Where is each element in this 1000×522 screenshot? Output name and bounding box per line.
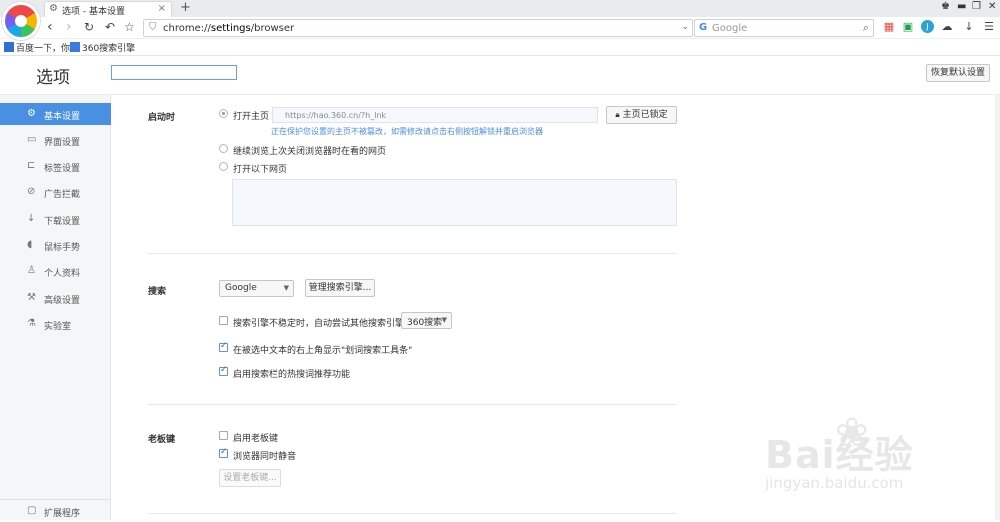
sidebar-item-profile[interactable]: ♙ 个人资料 (0, 260, 111, 282)
selection-toolbar-label: 在被选中文本的右上角显示"划词搜索工具条" (233, 346, 413, 356)
continue-last-label: 继续浏览上次关闭浏览器时在看的网页 (233, 147, 387, 157)
sidebar-item-lab[interactable]: ⚗ 实验室 (0, 313, 111, 335)
hot-words-checkbox[interactable] (219, 365, 228, 376)
open-home-radio[interactable] (219, 109, 228, 118)
home-locked-button[interactable]: 🔒︎ 主页已锁定 (606, 106, 677, 124)
new-tab-button[interactable]: + (180, 0, 191, 15)
download-icon: ↓ (27, 213, 36, 224)
forward-icon[interactable]: › (66, 19, 72, 35)
close-window-icon[interactable]: ✕ (988, 1, 996, 12)
restore-window-icon[interactable]: ❐ (972, 1, 981, 12)
search-input[interactable]: G Google ⌕ (694, 19, 874, 37)
search-section-label: 搜索 (148, 287, 167, 297)
sidebar-item-download[interactable]: ↓ 下载设置 (0, 208, 111, 230)
selection-toolbar-checkbox[interactable] (219, 341, 228, 352)
continue-last-radio[interactable] (219, 144, 228, 153)
divider (148, 404, 677, 405)
protect-note: 正在保护您设置的主页不被篡改，如需修改请点击右侧按钮解锁并重启浏览器 (271, 127, 543, 136)
translate-icon[interactable]: J (921, 20, 934, 33)
user-icon: ♙ (27, 265, 36, 276)
sidebar-item-tabs[interactable]: ⊏ 标签设置 (0, 155, 111, 177)
google-icon: G (699, 22, 708, 33)
apps-icon[interactable]: ▦ (883, 21, 895, 33)
baidu-jingyan-watermark: ❀ Bai经验 jingyan.baidu.com (765, 410, 965, 500)
title-bar: ⚙ 选项 - 基本设置 × + ♚ ▬ ❐ ✕ (0, 0, 1000, 17)
fallback-label: 搜索引擎不稳定时，自动尝试其他搜索引擎： (233, 319, 414, 329)
restore-defaults-button[interactable]: 恢复默认设置 (926, 64, 990, 82)
search-icon[interactable]: ⌕ (863, 21, 869, 35)
menu-icon[interactable]: ☰ (983, 21, 995, 33)
bookmark-item[interactable]: 百度一下，你 (4, 41, 70, 54)
boss-key-checkbox[interactable] (219, 431, 228, 440)
settings-search-input[interactable] (111, 65, 237, 80)
download-icon[interactable]: ↓ (963, 21, 975, 33)
block-icon: ⊘ (27, 186, 36, 197)
scrollbar[interactable] (995, 95, 1000, 520)
mouse-icon: ◖ (27, 239, 33, 250)
browser-logo (2, 2, 40, 40)
search-placeholder: Google (712, 23, 748, 34)
watermark-url: jingyan.baidu.com (765, 474, 904, 492)
bookmarks-bar: 百度一下，你 360搜索引擎 (0, 39, 1000, 56)
mute-label: 浏览器同时静音 (233, 452, 297, 462)
bookmark-item[interactable]: 360搜索引擎 (70, 41, 135, 54)
manage-search-engines-button[interactable]: 管理搜索引擎... (305, 279, 375, 297)
chevron-down-icon: ▼ (441, 316, 447, 324)
divider (148, 513, 677, 514)
address-bar[interactable]: ⛉ chrome://settings/browser ⌄ (143, 19, 693, 37)
boss-key-label: 启用老板键 (233, 434, 279, 444)
open-pages-label: 打开以下网页 (233, 165, 288, 175)
baidu-icon (4, 42, 14, 52)
sidebar-item-advanced[interactable]: ⚒ 高级设置 (0, 287, 111, 309)
cloud-icon[interactable]: ☁ (941, 21, 953, 33)
sidebar-item-interface[interactable]: ▭ 界面设置 (0, 129, 111, 151)
fallback-engine-select[interactable]: 360搜索 ▼ (401, 312, 452, 329)
tab-settings[interactable]: ⚙ 选项 - 基本设置 × (44, 1, 172, 17)
pages-list[interactable] (232, 179, 677, 226)
extension-icon: ▢ (27, 505, 37, 516)
fallback-checkbox[interactable] (219, 316, 228, 325)
setup-boss-key-button[interactable]: 设置老板键... (219, 469, 281, 487)
navigation-bar: ‹ › ↻ ↶ ☆ ⛉ chrome://settings/browser ⌄ … (0, 17, 1000, 39)
reload-icon[interactable]: ↻ (84, 19, 94, 35)
boss-key-section-label: 老板键 (148, 435, 176, 445)
sidebar-item-adblock[interactable]: ⊘ 广告拦截 (0, 181, 111, 203)
sidebar-item-mouse-gestures[interactable]: ◖ 鼠标手势 (0, 234, 111, 256)
star-icon[interactable]: ☆ (124, 19, 135, 35)
sidebar: ⚙ 基本设置 ▭ 界面设置 ⊏ 标签设置 ⊘ 广告拦截 ↓ 下载设置 ◖ 鼠标手势 ♙ 个人资… (0, 95, 111, 520)
gear-icon: ⚙ (49, 3, 58, 14)
url-text: chrome://settings/browser (163, 23, 295, 34)
window-icon: ▭ (27, 134, 37, 145)
shield-icon: ⛉ (149, 22, 157, 33)
close-icon[interactable]: × (158, 3, 166, 14)
lab-icon: ⚗ (27, 318, 36, 329)
startup-section-label: 启动时 (148, 113, 176, 123)
bookmark-icon (70, 42, 80, 52)
screenshot-icon[interactable]: ▣ (902, 21, 914, 33)
sidebar-item-extensions[interactable]: ▢ 扩展程序 (0, 500, 111, 522)
divider (148, 253, 677, 254)
watermark-logo: Bai经验 (765, 433, 914, 477)
back-icon[interactable]: ‹ (47, 19, 53, 35)
chevron-down-icon: ▼ (283, 284, 289, 292)
tab-icon: ⊏ (27, 160, 36, 171)
hot-words-label: 启用搜索栏的热搜词推荐功能 (233, 370, 351, 380)
sidebar-item-basic[interactable]: ⚙ 基本设置 (0, 103, 111, 125)
gear-icon: ⚙ (27, 108, 36, 119)
undo-icon[interactable]: ↶ (105, 19, 115, 35)
page-header: 选项 恢复默认设置 (0, 57, 1000, 95)
tab-title: 选项 - 基本设置 (62, 7, 125, 17)
search-engine-select[interactable]: Google ▼ (219, 280, 294, 297)
skin-icon[interactable]: ♚ (941, 1, 950, 12)
mute-checkbox[interactable] (219, 447, 228, 458)
minimize-icon[interactable]: ▬ (957, 1, 966, 12)
home-url-field[interactable]: https://hao.360.cn/?h_lnk (272, 107, 598, 123)
advanced-icon: ⚒ (27, 292, 36, 303)
open-pages-radio[interactable] (219, 162, 228, 171)
open-home-label: 打开主页 (233, 112, 270, 122)
chevron-down-icon[interactable]: ⌄ (681, 22, 689, 32)
page-title: 选项 (36, 68, 70, 88)
lock-icon: 🔒︎ (615, 110, 620, 119)
